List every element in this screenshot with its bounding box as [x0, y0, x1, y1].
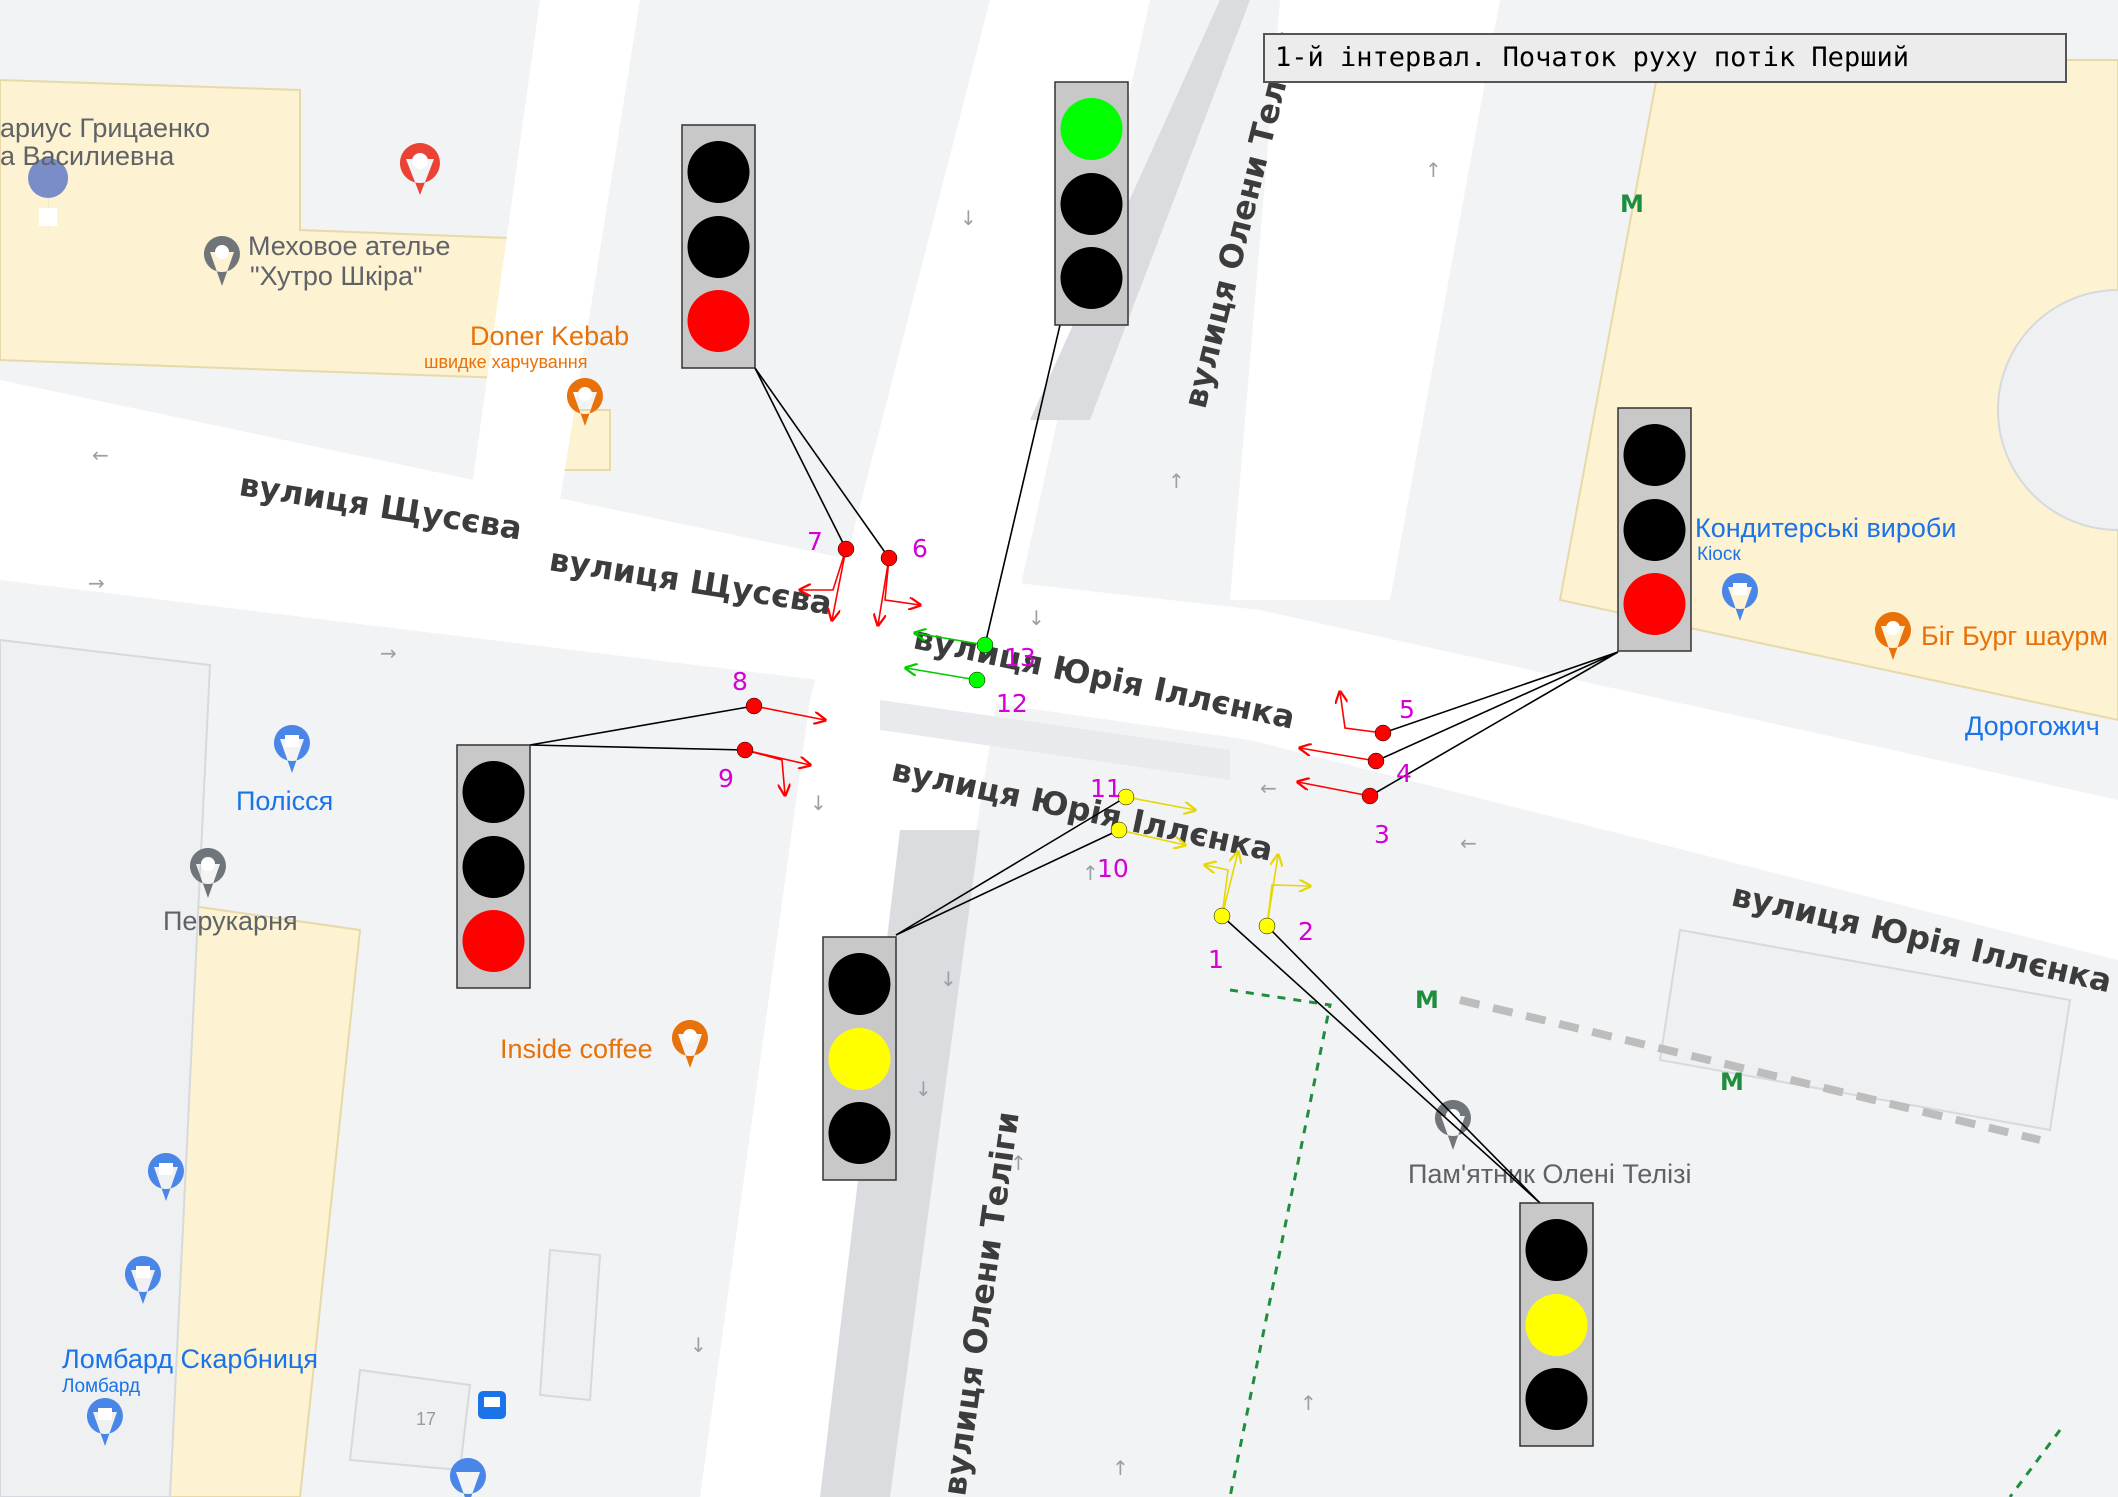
poi-label: Перукарня	[163, 906, 298, 936]
poi-label: Кондитерські вироби	[1695, 513, 1956, 543]
poi-label: а Василиевна	[0, 141, 175, 171]
stop-number: 2	[1298, 917, 1314, 946]
stop-point-13	[976, 636, 994, 654]
lamp	[828, 1028, 891, 1090]
stop-number: 10	[1097, 854, 1129, 883]
stop-number: 13	[1004, 643, 1036, 672]
svg-text:←: ←	[1260, 776, 1277, 800]
stop-point-10	[1110, 821, 1128, 839]
stop-point-8	[745, 697, 763, 715]
stop-point-6	[880, 549, 898, 567]
lamp	[1060, 247, 1123, 309]
lamp	[687, 216, 750, 278]
bus-stop-icon	[478, 1391, 506, 1419]
poi-label: Ломбард Скарбниця	[62, 1344, 318, 1374]
stop-point-9	[736, 741, 754, 759]
stop-number: 5	[1399, 695, 1415, 724]
poi-label: "Хутро Шкіра"	[250, 261, 423, 291]
svg-text:↑: ↑	[1300, 1391, 1317, 1415]
lamp	[1060, 98, 1123, 160]
lamp	[462, 761, 525, 823]
stop-point-2	[1258, 917, 1276, 935]
poi-label: Кіоск	[1697, 544, 1741, 565]
svg-text:↑: ↑	[1112, 1456, 1129, 1480]
traffic-light-top-left	[681, 124, 756, 369]
lamp	[687, 290, 750, 352]
stop-number: 1	[1208, 945, 1224, 974]
stop-number: 7	[807, 527, 823, 556]
poi-label: 17	[416, 1409, 436, 1429]
traffic-light-right	[1617, 407, 1692, 652]
svg-text:↓: ↓	[915, 1077, 932, 1101]
stop-number: 6	[912, 534, 928, 563]
metro-icon: M	[1415, 986, 1439, 1014]
svg-text:↑: ↑	[1425, 158, 1442, 182]
poi-label: Дорогожич	[1965, 711, 2100, 741]
lamp	[1525, 1294, 1588, 1356]
building-outline	[348, 1368, 472, 1472]
lamp	[462, 910, 525, 972]
poi-label: Меховое ателье	[248, 231, 450, 261]
poi-label: Полісся	[236, 786, 333, 816]
metro-icon: M	[1620, 190, 1644, 218]
poi-label: швидке харчування	[424, 352, 587, 372]
stop-number: 9	[718, 764, 734, 793]
intersection-map: ← → → ↓ ↑ ↑ ← ↓ ↓ ← ↓ ↑ ↓ ↓ ↑ ↑ ↑ вулиця…	[0, 0, 2118, 1497]
svg-text:↑: ↑	[1168, 469, 1185, 493]
poi-label: Пам'ятник Олені Телізі	[1408, 1159, 1692, 1189]
stop-number: 12	[996, 689, 1028, 718]
poi-label: Inside coffee	[500, 1034, 653, 1064]
svg-text:→: →	[380, 641, 397, 665]
poi-label: ариус Грицаенко	[0, 113, 210, 143]
lamp	[1060, 173, 1123, 235]
svg-text:↓: ↓	[960, 206, 977, 230]
poi-label: Doner Kebab	[470, 321, 629, 351]
stop-number: 3	[1374, 820, 1390, 849]
svg-text:←: ←	[92, 443, 109, 467]
stop-point-5	[1374, 724, 1392, 742]
stop-number: 8	[732, 667, 748, 696]
stop-point-1	[1213, 907, 1231, 925]
lamp	[1623, 499, 1686, 561]
traffic-light-top-center	[1054, 81, 1129, 326]
lamp	[687, 141, 750, 203]
lamp	[462, 836, 525, 898]
lamp	[828, 1102, 891, 1164]
lamp	[1623, 424, 1686, 486]
lamp	[1525, 1219, 1588, 1281]
svg-text:↓: ↓	[1028, 606, 1045, 630]
svg-text:↓: ↓	[690, 1333, 707, 1357]
lamp	[828, 953, 891, 1015]
stop-number: 11	[1090, 774, 1122, 803]
stop-point-7	[837, 540, 855, 558]
traffic-light-bottom-right	[1519, 1202, 1594, 1447]
stop-point-4	[1367, 752, 1385, 770]
stop-point-3	[1361, 787, 1379, 805]
stop-number: 4	[1396, 759, 1412, 788]
poi-label: Біг Бург шаурм	[1921, 621, 2108, 651]
traffic-light-left	[456, 744, 531, 989]
stop-point-12	[968, 671, 986, 689]
svg-text:←: ←	[1460, 831, 1477, 855]
lamp	[1623, 573, 1686, 635]
building-outline	[538, 1248, 602, 1402]
svg-text:↓: ↓	[810, 791, 827, 815]
poi-label: Ломбард	[62, 1376, 140, 1397]
interval-title: 1-й інтервал. Початок руху потік Перший	[1263, 33, 2067, 83]
lamp	[1525, 1368, 1588, 1430]
svg-text:→: →	[88, 571, 105, 595]
metro-icon: M	[1720, 1068, 1744, 1096]
svg-text:↓: ↓	[940, 967, 957, 991]
traffic-light-bottom-center	[822, 936, 897, 1181]
